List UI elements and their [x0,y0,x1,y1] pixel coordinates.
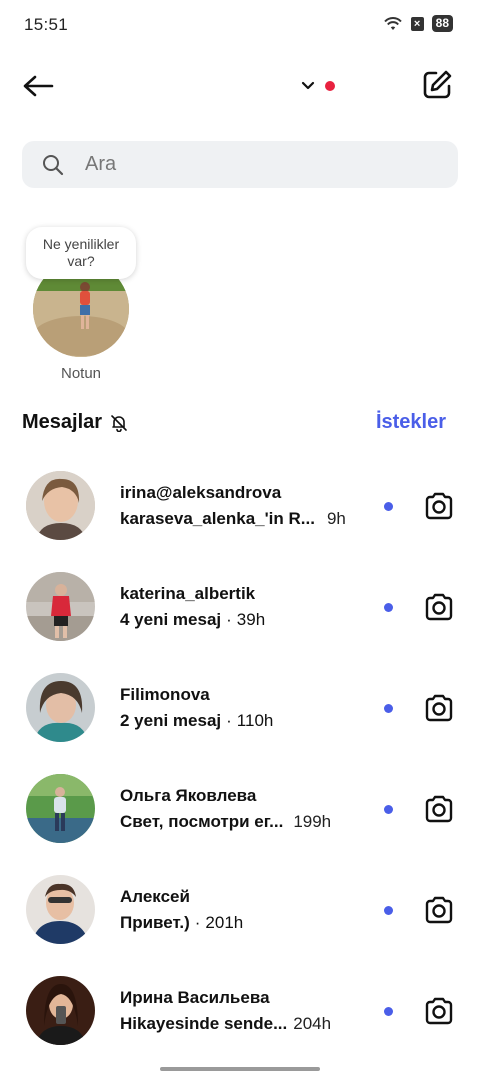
thread-time: 39h [236,610,266,629]
home-indicator [160,1067,320,1071]
thread-name: katerina_albertik [120,584,256,603]
unread-indicator-dot [325,81,335,91]
own-note-label: Notun [60,365,102,382]
thread-message: Hikayesinde sende... [120,1014,288,1033]
new-message-button[interactable] [418,67,456,103]
avatar-image [26,572,95,641]
camera-icon[interactable] [423,895,455,925]
search-placeholder: Ara [85,153,117,175]
thread-name: Filimonova [120,685,210,704]
thread-row[interactable]: irina@aleksandrova karaseva_alenka_'in R… [0,471,479,571]
battery-icon: 88 [431,15,453,32]
avatar [26,774,95,843]
note-bubble[interactable]: Ne yenilikler var? [26,227,136,279]
account-switcher[interactable] [298,76,338,96]
thread-preview: 4 yeni mesaj · 39h [120,610,265,630]
status-time: 15:51 [24,15,69,34]
separator-dot: · [226,711,232,730]
thread-name: irina@aleksandrova [120,483,282,502]
thread-name: Ольга Яковлева [120,786,257,805]
unread-dot [384,805,393,814]
thread-time: 201h [205,913,244,932]
no-sim-icon: × [410,16,424,31]
thread-preview: Привет.) · 201h [120,913,243,933]
unread-dot [384,1007,393,1016]
thread-row[interactable]: Ирина Васильева Hikayesinde sende... 204… [0,976,479,1076]
unread-dot [384,906,393,915]
avatar-image [26,875,95,944]
camera-icon[interactable] [423,491,455,521]
avatar-image [26,774,95,843]
thread-message: Привет.) [120,913,190,932]
requests-link[interactable]: İstekler [376,411,446,434]
unread-dot [384,704,393,713]
thread-time: 204h [293,1014,332,1033]
avatar-image [26,471,95,540]
thread-preview: Hikayesinde sende... 204h [120,1014,331,1034]
thread-preview: karaseva_alenka_'in R... 9h [120,509,346,529]
note-bubble-text: Ne yenilikler var? [42,236,120,269]
camera-icon[interactable] [423,693,455,723]
status-icons: × 88 [383,15,453,32]
chevron-down-icon [301,81,315,90]
thread-preview: Свет, посмотри ег... 199h [120,812,331,832]
thread-row[interactable]: Алексей Привет.) · 201h [0,875,479,975]
avatar-image [26,976,95,1045]
thread-time: 199h [293,812,332,831]
thread-time: 9h [326,509,346,528]
unread-dot [384,502,393,511]
avatar-image [26,673,95,742]
thread-preview: 2 yeni mesaj · 110h [120,711,273,731]
thread-time: 110h [236,711,274,730]
back-button[interactable] [20,70,56,102]
thread-name: Алексей [120,887,190,906]
search-input[interactable]: Ara [22,141,458,188]
thread-row[interactable]: Filimonova 2 yeni mesaj · 110h [0,673,479,773]
thread-message: 4 yeni mesaj [120,610,222,629]
thread-message: karaseva_alenka_'in R... [120,509,315,528]
thread-message: Свет, посмотри ег... [120,812,284,831]
section-title: Mesajlar [22,411,103,433]
camera-icon[interactable] [423,794,455,824]
thread-row[interactable]: katerina_albertik 4 yeni mesaj · 39h [0,572,479,672]
avatar [26,976,95,1045]
camera-icon[interactable] [423,996,455,1026]
avatar [26,471,95,540]
thread-name: Ирина Васильева [120,988,270,1007]
avatar [26,572,95,641]
arrow-left-icon [23,75,54,97]
wifi-icon [383,16,402,30]
camera-icon[interactable] [423,592,455,622]
search-icon [43,154,64,175]
separator-dot: · [194,913,201,932]
unread-dot [384,603,393,612]
thread-row[interactable]: Ольга Яковлева Свет, посмотри ег... 199h [0,774,479,874]
compose-icon [423,70,452,99]
separator-dot: · [226,610,232,629]
bell-muted-icon [111,414,127,432]
avatar [26,673,95,742]
thread-message: 2 yeni mesaj [120,711,222,730]
messages-section-header: Mesajlar [22,411,128,434]
avatar [26,875,95,944]
